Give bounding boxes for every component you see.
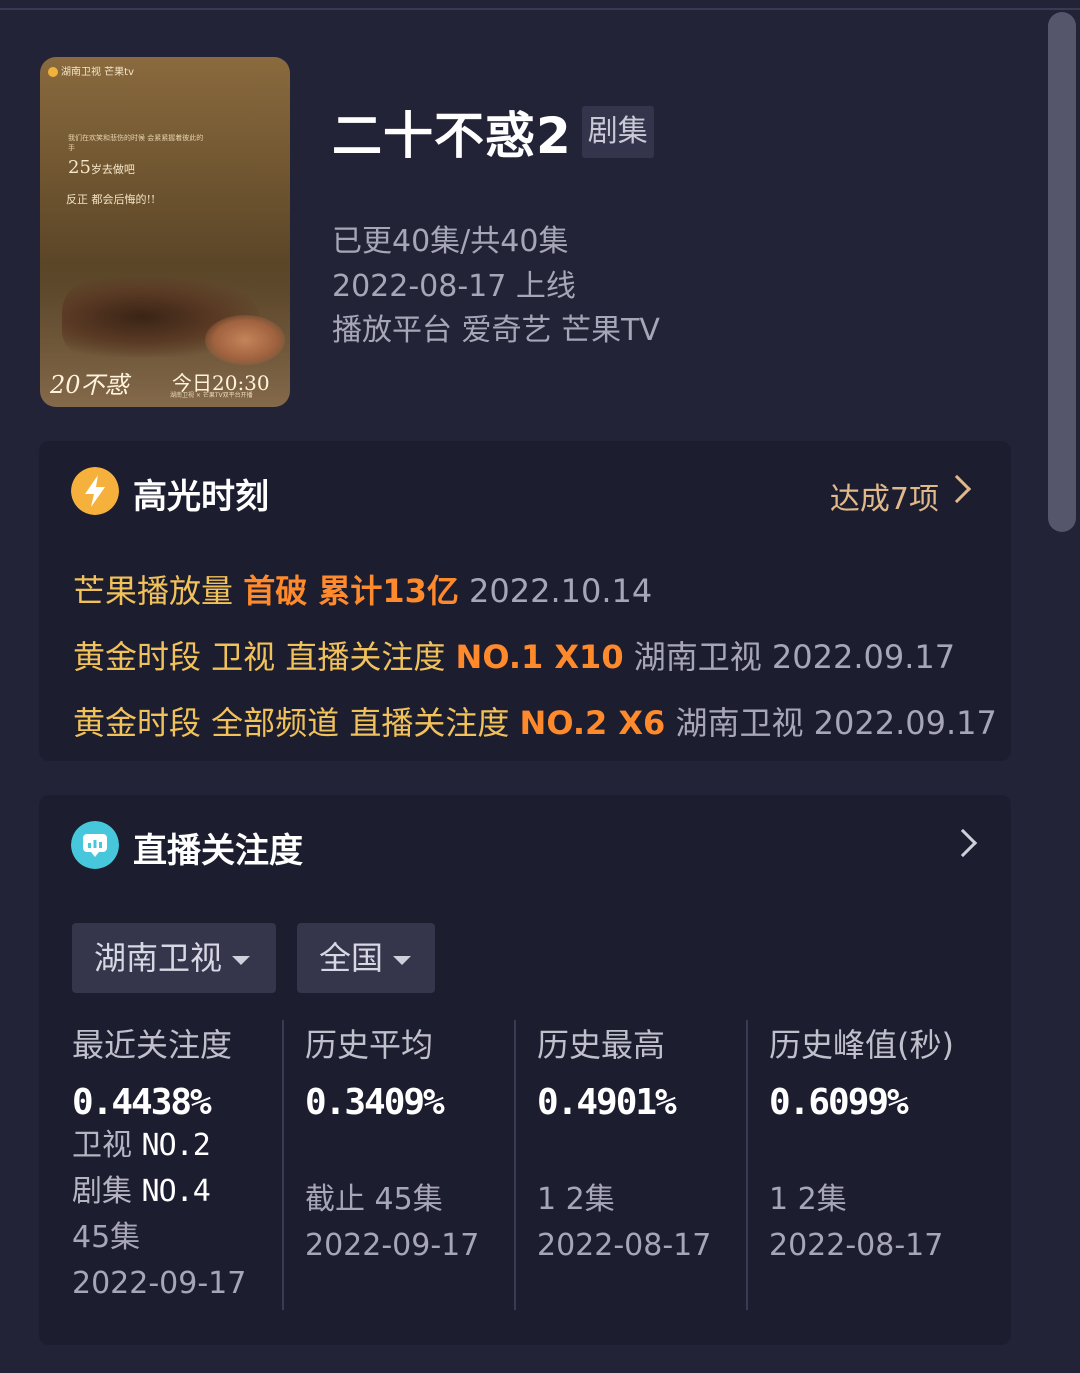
stat-value: 0.3409% xyxy=(305,1082,445,1123)
stat-date: 2022-09-17 xyxy=(72,1266,247,1301)
tv-chat-icon xyxy=(71,821,119,869)
highlight-value: 首破 累计13亿 xyxy=(243,572,459,610)
rank-value: NO.2 xyxy=(141,1128,211,1163)
rank-label: 剧集 xyxy=(72,1174,132,1209)
caret-down-icon xyxy=(393,955,412,965)
top-divider xyxy=(0,8,1080,10)
mango-logo-icon xyxy=(48,67,58,77)
stat-rank: 剧集 NO.4 xyxy=(72,1169,304,1215)
release-date: 2022-08-17 上线 xyxy=(332,269,576,304)
highlight-item: 黄金时段 全部频道 直播关注度 NO.2 X6 湖南卫视 2022.09.17 xyxy=(73,698,997,744)
highlights-title: 高光时刻 xyxy=(133,477,269,517)
poster-tagline-number: 25 xyxy=(68,157,91,178)
stat-peak: 历史峰值(秒) 0.6099% 1 2集 2022-08-17 xyxy=(769,1020,1001,1269)
stat-episode: 45集 xyxy=(72,1220,141,1255)
stat-date: 2022-08-17 xyxy=(769,1228,944,1263)
stat-highest: 历史最高 0.4901% 1 2集 2022-08-17 xyxy=(537,1020,769,1269)
lightning-icon xyxy=(71,467,119,515)
platforms: 播放平台 爱奇艺 芒果TV xyxy=(332,313,660,348)
highlight-item: 黄金时段 卫视 直播关注度 NO.1 X10 湖南卫视 2022.09.17 xyxy=(73,632,955,678)
column-divider xyxy=(282,1020,284,1310)
title-row: 二十不惑2 剧集 xyxy=(332,96,654,168)
channel-select[interactable]: 湖南卫视 xyxy=(72,923,276,993)
highlights-header[interactable]: 高光时刻 达成7项 xyxy=(39,441,1011,541)
attention-card: 直播关注度 湖南卫视 全国 最近关注度 0.4438% 卫视 NO.2 剧集 N… xyxy=(39,795,1011,1345)
poster-airtime-sub: 湖南卫视 × 芒果TV双平台开播 xyxy=(170,392,253,399)
highlight-item: 芒果播放量 首破 累计13亿 2022.10.14 xyxy=(73,566,652,612)
poster-small-tagline: 我们在欢笑和悲伤的时候 会紧紧握着彼此的手 xyxy=(68,134,204,152)
poster-tagline-2: 反正 都会后悔的!! xyxy=(66,193,156,206)
region-select[interactable]: 全国 xyxy=(297,923,435,993)
poster-logos: 湖南卫视 芒果tv xyxy=(61,67,135,78)
poster-title-mark: 20不惑 xyxy=(50,371,129,399)
highlight-label: 黄金时段 卫视 直播关注度 xyxy=(73,638,446,676)
highlight-label: 黄金时段 全部频道 直播关注度 xyxy=(73,704,510,742)
episode-count: 已更40集/共40集 xyxy=(332,224,569,259)
attention-header[interactable]: 直播关注度 xyxy=(39,795,1011,895)
stat-label: 最近关注度 xyxy=(72,1026,233,1064)
column-divider xyxy=(746,1020,748,1310)
stat-episode: 1 2集 xyxy=(769,1182,847,1217)
stat-value: 0.4438% xyxy=(72,1082,212,1123)
show-poster[interactable]: 湖南卫视 芒果tv 我们在欢笑和悲伤的时候 会紧紧握着彼此的手 25岁去做吧 反… xyxy=(40,57,290,407)
highlights-achieved: 达成7项 xyxy=(829,482,939,517)
highlights-card: 高光时刻 达成7项 芒果播放量 首破 累计13亿 2022.10.14 黄金时段… xyxy=(39,441,1011,761)
highlight-value: NO.1 X10 xyxy=(455,638,624,676)
stat-label: 历史最高 xyxy=(537,1026,666,1064)
scrollbar[interactable] xyxy=(1048,12,1076,532)
stat-episode: 1 2集 xyxy=(537,1182,615,1217)
highlight-value: NO.2 X6 xyxy=(519,704,666,742)
region-select-value: 全国 xyxy=(319,939,384,977)
channel-select-value: 湖南卫视 xyxy=(94,939,223,977)
highlight-date: 2022.10.14 xyxy=(469,572,653,610)
stat-date: 2022-08-17 xyxy=(537,1228,712,1263)
stat-rank: 卫视 NO.2 xyxy=(72,1123,304,1169)
stat-episode: 截止 45集 xyxy=(305,1182,443,1217)
rank-label: 卫视 xyxy=(72,1128,132,1163)
stat-date: 2022-09-17 xyxy=(305,1228,480,1263)
type-badge: 剧集 xyxy=(581,106,654,158)
highlight-date: 湖南卫视 2022.09.17 xyxy=(675,704,997,742)
chevron-right-icon xyxy=(948,828,978,858)
stat-label: 历史峰值(秒) xyxy=(769,1026,954,1064)
show-title: 二十不惑2 xyxy=(332,107,572,165)
caret-down-icon xyxy=(232,955,251,965)
stat-value: 0.4901% xyxy=(537,1082,677,1123)
highlight-label: 芒果播放量 xyxy=(73,572,234,610)
column-divider xyxy=(514,1020,516,1310)
highlight-date: 湖南卫视 2022.09.17 xyxy=(633,638,956,676)
rank-value: NO.4 xyxy=(141,1174,211,1209)
poster-tagline-rest: 岁去做吧 xyxy=(90,163,135,176)
stat-value: 0.6099% xyxy=(769,1082,909,1123)
chevron-right-icon xyxy=(942,474,972,504)
stat-recent: 最近关注度 0.4438% 卫视 NO.2 剧集 NO.4 45集 2022-0… xyxy=(72,1020,304,1307)
poster-dress xyxy=(205,315,285,365)
stat-average: 历史平均 0.3409% 截止 45集 2022-09-17 xyxy=(305,1020,537,1269)
attention-title: 直播关注度 xyxy=(133,831,303,871)
stat-label: 历史平均 xyxy=(305,1026,434,1064)
